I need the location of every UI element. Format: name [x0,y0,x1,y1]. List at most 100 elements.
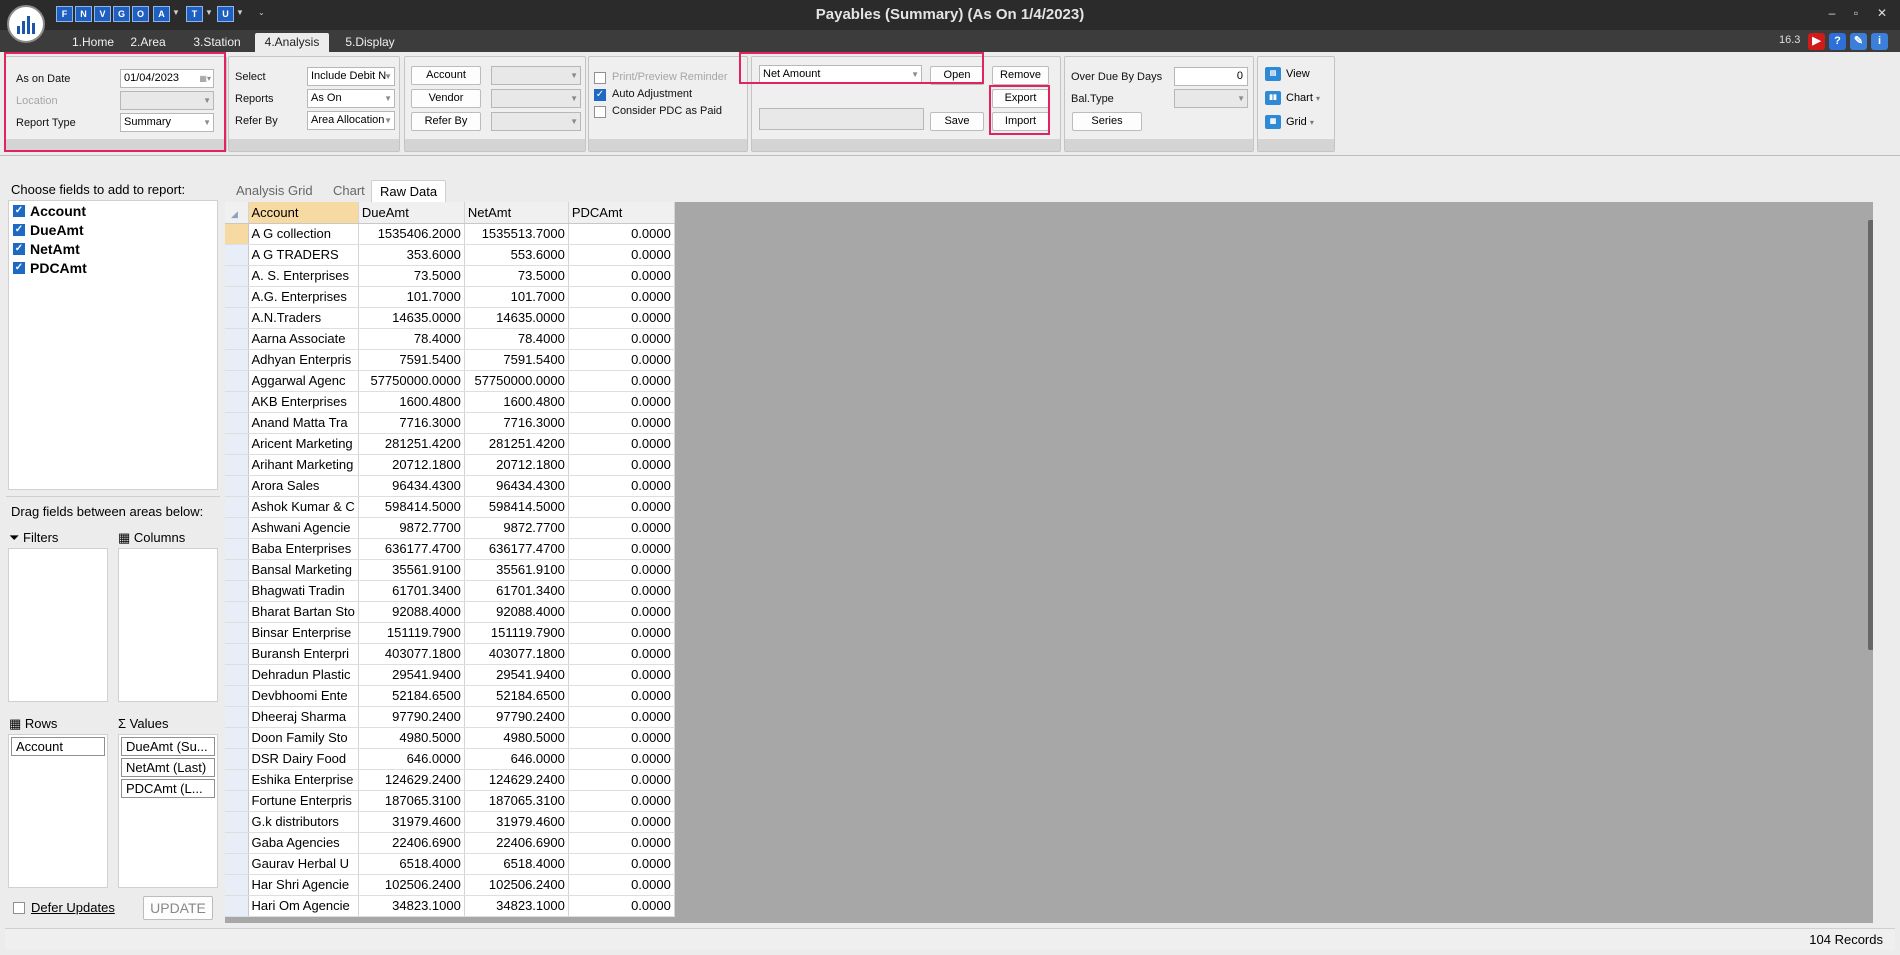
row-header[interactable] [225,496,249,518]
cell-dueamt[interactable]: 57750000.0000 [358,370,465,392]
cell-pdcamt[interactable]: 0.0000 [568,475,675,497]
column-header-pdcamt[interactable]: PDCAmt [568,202,675,224]
cell-pdcamt[interactable]: 0.0000 [568,538,675,560]
help-icon[interactable]: ? [1829,33,1846,50]
table-row[interactable]: A G collection 1535406.2000 1535513.7000 0.… [225,223,675,245]
cell-netamt[interactable]: 7591.5400 [464,349,569,371]
values-item-dueamt[interactable]: DueAmt (Su... [121,737,215,756]
cell-netamt[interactable]: 636177.4700 [464,538,569,560]
cell-account[interactable]: Ashwani Agencie [248,517,359,539]
table-row[interactable]: Dehradun Plastic 29541.9400 29541.9400 0.00… [225,664,675,686]
table-row[interactable]: Dheeraj Sharma 97790.2400 97790.2400 0.0000 [225,706,675,728]
cell-account[interactable]: Binsar Enterprise [248,622,359,644]
table-row[interactable]: Ashok Kumar & C 598414.5000 598414.5000 0.0… [225,496,675,518]
cell-dueamt[interactable]: 636177.4700 [358,538,465,560]
cell-dueamt[interactable]: 35561.9100 [358,559,465,581]
field-item-netamt[interactable]: ✓ NetAmt [13,241,80,259]
grid-button[interactable]: ▦ Grid ▾ [1265,115,1314,129]
table-row[interactable]: Binsar Enterprise 151119.7900 151119.7900 0… [225,622,675,644]
tab-analysis-grid[interactable]: Analysis Grid [236,180,313,202]
cell-pdcamt[interactable]: 0.0000 [568,895,675,917]
cell-account[interactable]: Dehradun Plastic [248,664,359,686]
cell-account[interactable]: A.N.Traders [248,307,359,329]
cell-account[interactable]: Arora Sales [248,475,359,497]
cell-dueamt[interactable]: 353.6000 [358,244,465,266]
cell-netamt[interactable]: 187065.3100 [464,790,569,812]
table-row[interactable]: Anand Matta Tra 7716.3000 7716.3000 0.0000 [225,412,675,434]
auto-adjustment-checkbox[interactable]: ✓ [594,89,606,101]
cell-pdcamt[interactable]: 0.0000 [568,685,675,707]
cell-pdcamt[interactable]: 0.0000 [568,244,675,266]
cell-account[interactable]: AKB Enterprises [248,391,359,413]
cell-netamt[interactable]: 598414.5000 [464,496,569,518]
cell-dueamt[interactable]: 9872.7700 [358,517,465,539]
row-header[interactable] [225,328,249,350]
account-dropdown[interactable]: ▼ [491,66,581,85]
cell-dueamt[interactable]: 281251.4200 [358,433,465,455]
cell-pdcamt[interactable]: 0.0000 [568,223,675,245]
row-header[interactable] [225,559,249,581]
tab-display[interactable]: 5.Display [340,33,400,52]
values-item-netamt[interactable]: NetAmt (Last) [121,758,215,777]
cell-account[interactable]: Anand Matta Tra [248,412,359,434]
table-row[interactable]: Buransh Enterpri 403077.1800 403077.1800 0.… [225,643,675,665]
cell-account[interactable]: Gaba Agencies [248,832,359,854]
row-header[interactable] [225,643,249,665]
tab-chart[interactable]: Chart [333,180,365,202]
cell-pdcamt[interactable]: 0.0000 [568,706,675,728]
tab-area[interactable]: 2.Area [126,33,170,52]
cell-dueamt[interactable]: 7591.5400 [358,349,465,371]
rows-item-account[interactable]: Account [11,737,105,756]
table-row[interactable]: A. S. Enterprises 73.5000 73.5000 0.0000 [225,265,675,287]
cell-netamt[interactable]: 6518.4000 [464,853,569,875]
cell-account[interactable]: DSR Dairy Food [248,748,359,770]
cell-netamt[interactable]: 31979.4600 [464,811,569,833]
cell-account[interactable]: Ashok Kumar & C [248,496,359,518]
row-header[interactable] [225,454,249,476]
cell-dueamt[interactable]: 6518.4000 [358,853,465,875]
cell-account[interactable]: Baba Enterprises [248,538,359,560]
row-header[interactable] [225,874,249,896]
cell-account[interactable]: Arihant Marketing [248,454,359,476]
row-header[interactable] [225,580,249,602]
cell-account[interactable]: Devbhoomi Ente [248,685,359,707]
cell-account[interactable]: Aggarwal Agenc [248,370,359,392]
bal-type-dropdown[interactable]: ▼ [1174,89,1248,108]
cell-account[interactable]: Gaurav Herbal U [248,853,359,875]
table-row[interactable]: Baba Enterprises 636177.4700 636177.4700 0.… [225,538,675,560]
table-row[interactable]: A G TRADERS 353.6000 553.6000 0.0000 [225,244,675,266]
cell-dueamt[interactable]: 73.5000 [358,265,465,287]
print-preview-reminder-checkbox[interactable] [594,72,606,84]
layout-name-input[interactable] [759,108,924,130]
row-header[interactable] [225,307,249,329]
table-row[interactable]: A.G. Enterprises 101.7000 101.7000 0.0000 [225,286,675,308]
info-icon[interactable]: i [1871,33,1888,50]
cell-dueamt[interactable]: 22406.6900 [358,832,465,854]
table-row[interactable]: Arora Sales 96434.4300 96434.4300 0.0000 [225,475,675,497]
cell-netamt[interactable]: 97790.2400 [464,706,569,728]
cell-pdcamt[interactable]: 0.0000 [568,580,675,602]
cell-pdcamt[interactable]: 0.0000 [568,496,675,518]
cell-netamt[interactable]: 96434.4300 [464,475,569,497]
cell-dueamt[interactable]: 101.7000 [358,286,465,308]
column-header-dueamt[interactable]: DueAmt [358,202,465,224]
cell-dueamt[interactable]: 1600.4800 [358,391,465,413]
cell-pdcamt[interactable]: 0.0000 [568,622,675,644]
cell-dueamt[interactable]: 187065.3100 [358,790,465,812]
cell-dueamt[interactable]: 598414.5000 [358,496,465,518]
cell-account[interactable]: Dheeraj Sharma [248,706,359,728]
cell-netamt[interactable]: 14635.0000 [464,307,569,329]
cell-netamt[interactable]: 57750000.0000 [464,370,569,392]
cell-account[interactable]: Aricent Marketing [248,433,359,455]
cell-account[interactable]: A G TRADERS [248,244,359,266]
close-icon[interactable]: ✕ [1872,6,1892,20]
field-item-account[interactable]: ✓ Account [13,203,86,221]
row-header[interactable] [225,790,249,812]
cell-account[interactable]: Har Shri Agencie [248,874,359,896]
row-header[interactable] [225,727,249,749]
cell-netamt[interactable]: 1535513.7000 [464,223,569,245]
view-button[interactable]: ▤ View [1265,67,1310,81]
columns-area[interactable] [118,548,218,702]
cell-netamt[interactable]: 102506.2400 [464,874,569,896]
cell-dueamt[interactable]: 61701.3400 [358,580,465,602]
